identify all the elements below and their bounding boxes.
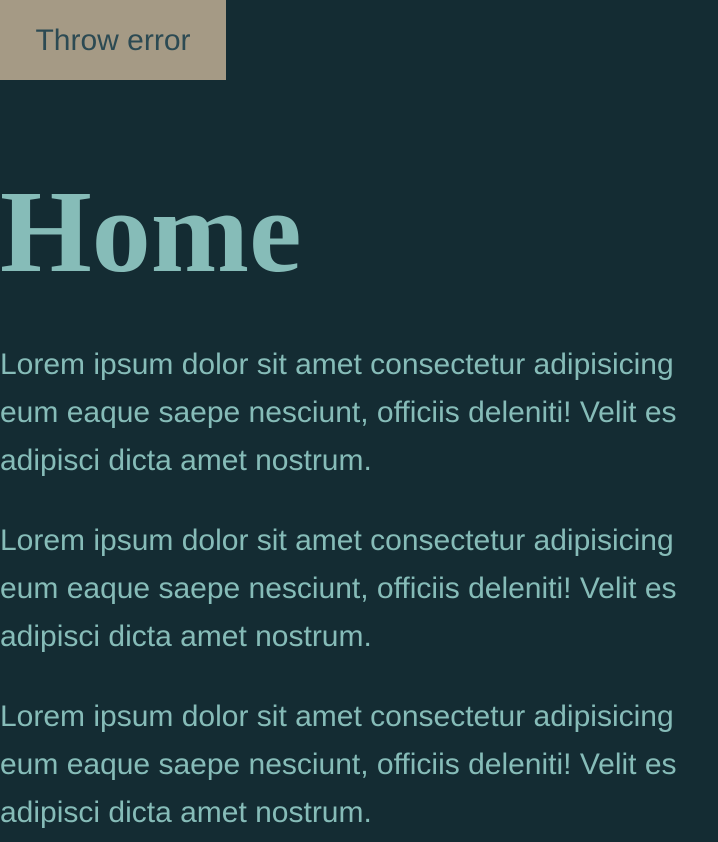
paragraph-line: eum eaque saepe nesciunt, officiis delen… bbox=[0, 396, 677, 429]
paragraph-line: Lorem ipsum dolor sit amet consectetur a… bbox=[0, 348, 674, 381]
page-title: Home bbox=[0, 166, 302, 297]
paragraph-line: eum eaque saepe nesciunt, officiis delen… bbox=[0, 572, 677, 605]
paragraph: Lorem ipsum dolor sit amet consectetur a… bbox=[0, 341, 718, 485]
paragraph-line: Lorem ipsum dolor sit amet consectetur a… bbox=[0, 700, 674, 733]
content: Lorem ipsum dolor sit amet consectetur a… bbox=[0, 341, 718, 842]
paragraph-line: adipisci dicta amet nostrum. bbox=[0, 796, 372, 829]
paragraph: Lorem ipsum dolor sit amet consectetur a… bbox=[0, 693, 718, 837]
paragraph-line: Lorem ipsum dolor sit amet consectetur a… bbox=[0, 524, 674, 557]
throw-error-button[interactable]: Throw error bbox=[0, 0, 226, 80]
paragraph-line: adipisci dicta amet nostrum. bbox=[0, 444, 372, 477]
page: Throw error Home Lorem ipsum dolor sit a… bbox=[0, 0, 718, 842]
paragraph-line: adipisci dicta amet nostrum. bbox=[0, 620, 372, 653]
paragraph-line: eum eaque saepe nesciunt, officiis delen… bbox=[0, 748, 677, 781]
paragraph: Lorem ipsum dolor sit amet consectetur a… bbox=[0, 517, 718, 661]
